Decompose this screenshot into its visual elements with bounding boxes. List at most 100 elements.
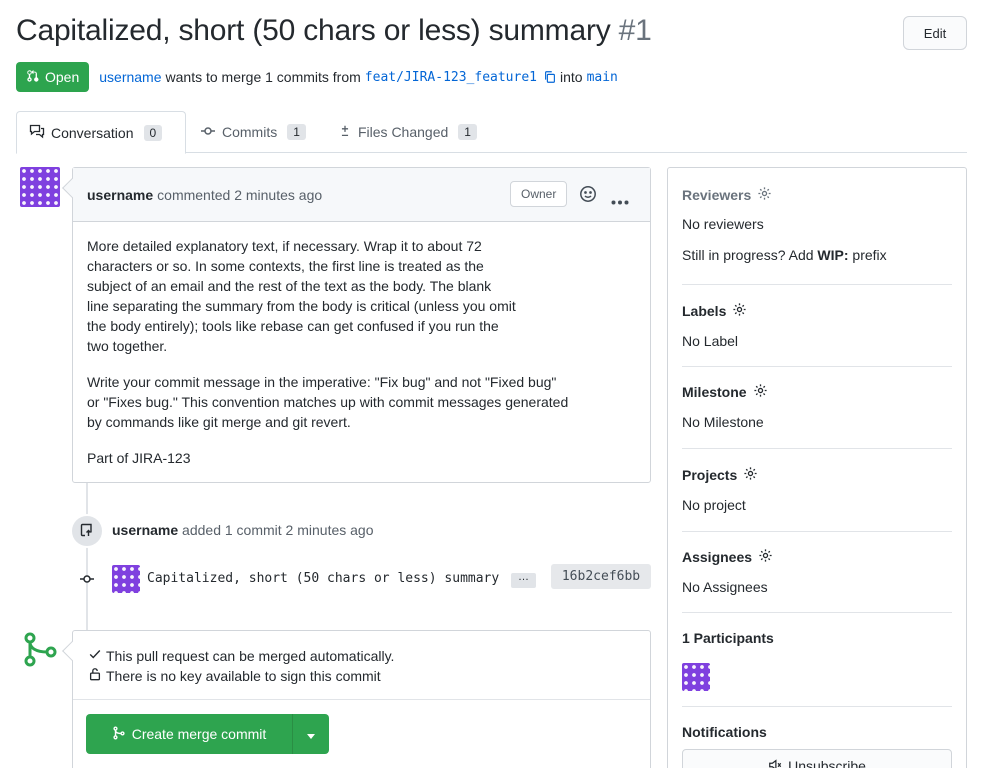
pr-tabs: Conversation 0 Commits 1 Files Changed 1 <box>16 111 967 154</box>
milestone-label: Milestone <box>682 384 747 400</box>
tab-counter: 1 <box>458 124 477 140</box>
git-merge-small-icon <box>112 726 126 743</box>
labels-value: No Label <box>682 333 739 349</box>
comment-line: two together. <box>87 338 168 354</box>
labels-label: Labels <box>682 303 727 319</box>
milestone-value: No Milestone <box>682 414 764 430</box>
create-merge-commit-button[interactable]: Create merge commit <box>86 714 293 754</box>
comment-paragraph: Write your commit message in the imperat… <box>87 372 636 432</box>
reviewers-heading: Reviewers <box>682 186 952 204</box>
comment-header: username commented 2 minutes ago Owner <box>73 168 650 222</box>
tab-conversation[interactable]: Conversation 0 <box>16 111 186 154</box>
expand-commit-button[interactable]: … <box>511 572 536 588</box>
repo-push-icon <box>79 522 95 541</box>
merge-box: This pull request can be merged automati… <box>72 630 651 768</box>
comment-paragraph: Part of JIRA-123 <box>87 448 636 468</box>
wip-bold: WIP: <box>817 247 849 263</box>
projects-heading: Projects <box>682 466 952 484</box>
merge-sign-row: There is no key available to sign this c… <box>88 666 635 686</box>
avatar[interactable] <box>20 167 60 207</box>
sidebar-divider <box>682 612 952 613</box>
participants-heading: 1 Participants <box>682 630 774 646</box>
gear-icon[interactable] <box>732 302 747 320</box>
mute-icon <box>768 758 782 768</box>
push-author[interactable]: username <box>112 522 178 538</box>
comment-line: by commands like git merge and git rever… <box>87 414 351 430</box>
merge-status: This pull request can be merged automati… <box>73 631 650 686</box>
copy-icon[interactable] <box>543 70 557 84</box>
push-event-text: username added 1 commit 2 minutes ago <box>112 522 374 538</box>
sidebar-divider <box>682 366 952 367</box>
unlock-icon <box>88 666 102 686</box>
base-branch-link[interactable]: main <box>587 70 618 85</box>
notifications-heading: Notifications <box>682 724 767 740</box>
smiley-icon[interactable] <box>579 185 597 206</box>
sidebar-labels: Labels No Label <box>682 302 952 349</box>
tab-commits[interactable]: Commits 1 <box>188 111 318 153</box>
sidebar-reviewers: Reviewers No reviewers Still in progress… <box>682 186 952 263</box>
commit-message[interactable]: Capitalized, short (50 chars or less) su… <box>147 571 499 586</box>
reviewers-label: Reviewers <box>682 187 752 203</box>
state-badge: Open <box>16 62 90 92</box>
tab-label: Files Changed <box>358 124 449 140</box>
merge-description: wants to merge 1 commits from <box>165 69 361 85</box>
wip-hint: Still in progress? Add WIP: prefix <box>682 247 952 263</box>
sidebar-divider <box>682 284 952 285</box>
assignees-value: No Assignees <box>682 579 768 595</box>
edit-button[interactable]: Edit <box>903 16 967 50</box>
gear-icon[interactable] <box>757 186 772 204</box>
pr-number: #1 <box>618 14 652 47</box>
comment-line: subject of an email and the rest of the … <box>87 278 492 294</box>
comment-timestamp: commented 2 minutes ago <box>157 186 323 203</box>
sidebar-assignees: Assignees No Assignees <box>682 548 952 595</box>
sidebar-projects: Projects No project <box>682 466 952 513</box>
merge-sign-text: There is no key available to sign this c… <box>106 668 381 684</box>
gear-icon[interactable] <box>743 466 758 484</box>
push-meta: added 1 commit 2 minutes ago <box>182 522 374 538</box>
sidebar-milestone: Milestone No Milestone <box>682 383 952 430</box>
tab-counter: 1 <box>287 124 306 140</box>
sidebar-divider <box>682 448 952 449</box>
tab-counter: 0 <box>143 124 163 141</box>
merge-auto-text: This pull request can be merged automati… <box>106 648 395 664</box>
tab-files-changed[interactable]: Files Changed 1 <box>326 111 489 153</box>
author-link[interactable]: username <box>99 69 161 85</box>
merge-check-row: This pull request can be merged automati… <box>88 646 635 666</box>
push-event-badge <box>70 514 104 548</box>
commit-avatar[interactable] <box>112 565 140 593</box>
merge-button-group: Create merge commit <box>86 714 329 754</box>
tab-label: Commits <box>222 124 278 140</box>
unsubscribe-button[interactable]: Unsubscribe <box>682 749 952 768</box>
gear-icon[interactable] <box>758 548 773 566</box>
head-branch-link[interactable]: feat/JIRA-123_feature1 <box>365 70 537 85</box>
labels-heading: Labels <box>682 302 952 320</box>
commit-sha-button[interactable]: 16b2cef6bb <box>551 564 651 589</box>
comment-line: line separating the summary from the bod… <box>87 298 516 314</box>
comment-line: Write your commit message in the imperat… <box>87 374 557 390</box>
sidebar-notifications: Notifications <box>682 724 952 740</box>
unsubscribe-label: Unsubscribe <box>788 758 866 768</box>
pull-request-icon <box>26 69 40 86</box>
comment-line: or "Fixes bug." This convention matches … <box>87 394 569 410</box>
pr-sidebar: Reviewers No reviewers Still in progress… <box>667 167 967 768</box>
pr-status-row: Open username wants to merge 1 commits f… <box>16 62 618 92</box>
milestone-heading: Milestone <box>682 383 952 401</box>
merge-options-dropdown[interactable] <box>293 714 329 754</box>
timeline-line <box>86 483 88 633</box>
reviewers-value: No reviewers <box>682 216 764 232</box>
participant-avatar[interactable] <box>682 663 710 691</box>
projects-label: Projects <box>682 467 738 483</box>
comment-paragraph: More detailed explanatory text, if neces… <box>87 236 636 356</box>
comment-line: the body entirely); tools like rebase ca… <box>87 318 499 334</box>
wip-text: Still in progress? Add <box>682 247 814 263</box>
comment-author[interactable]: username <box>87 187 153 203</box>
merge-divider <box>73 699 650 700</box>
comment-card: username commented 2 minutes ago Owner M… <box>72 167 651 483</box>
kebab-menu-icon[interactable] <box>611 192 629 208</box>
gear-icon[interactable] <box>753 383 768 401</box>
page-title: Capitalized, short (50 chars or less) su… <box>16 14 652 48</box>
into-text: into <box>559 69 583 85</box>
git-merge-icon <box>20 630 60 673</box>
owner-badge: Owner <box>510 181 568 207</box>
wip-suffix: prefix <box>852 247 887 263</box>
